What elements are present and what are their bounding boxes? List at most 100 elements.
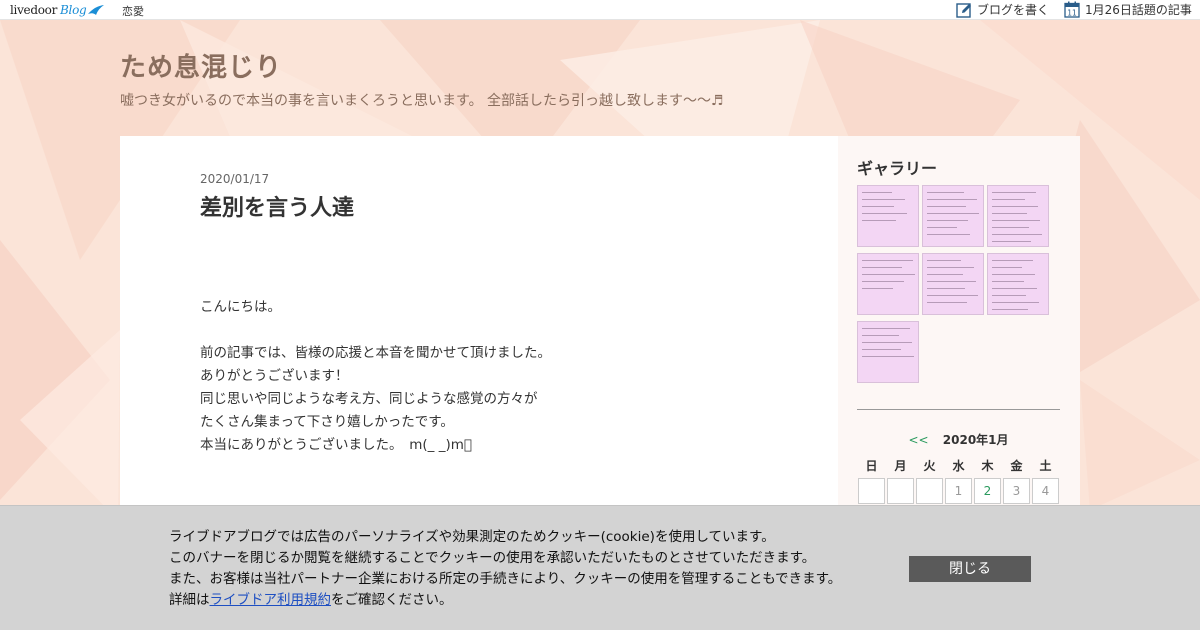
- calendar-prev-link[interactable]: <<: [908, 433, 928, 447]
- gallery-thumbnail[interactable]: [987, 253, 1049, 315]
- thumbnail-text-line: [992, 274, 1035, 275]
- calendar-day-number: 11: [1067, 9, 1077, 18]
- cookie-line: また、お客様は当社パートナー企業における所定の手続きにより、クッキーの使用を管理…: [169, 571, 842, 587]
- cookie-banner: ライブドアブログでは広告のパーソナライズや効果測定のためクッキー(cookie)…: [0, 505, 1200, 630]
- topic-articles-link[interactable]: 11 1月26日話題の記事: [1064, 1, 1192, 18]
- thumbnail-text-line: [862, 213, 907, 214]
- cookie-line: このバナーを閉じるか閲覧を継続することでクッキーの使用を承認いただいたものとさせ…: [169, 550, 816, 566]
- thumbnail-text-line: [992, 234, 1042, 235]
- thumbnail-text-line: [992, 206, 1038, 207]
- write-blog-label: ブログを書く: [977, 3, 1050, 17]
- calendar-header: << 2020年1月: [857, 431, 1060, 448]
- thumbnail-text-line: [992, 192, 1036, 193]
- thumbnail-text-line: [992, 281, 1024, 282]
- cookie-close-button[interactable]: 閉じる: [909, 556, 1031, 582]
- post-title[interactable]: 差別を言う人達: [200, 190, 354, 222]
- cookie-line-suffix: をご確認ください。: [331, 592, 453, 608]
- calendar-day: 4: [1032, 478, 1059, 504]
- gallery-title: ギャラリー: [857, 159, 938, 178]
- thumbnail-text-line: [862, 335, 899, 336]
- thumbnail-text-line: [862, 356, 914, 357]
- calendar-dow: 金: [1010, 459, 1023, 473]
- calendar-day: 1: [945, 478, 972, 504]
- thumbnail-text-line: [927, 288, 965, 289]
- thumbnail-text-line: [927, 267, 974, 268]
- gallery-thumbnail[interactable]: [857, 253, 919, 315]
- thumbnail-text-line: [862, 192, 892, 193]
- calendar-dow: 木: [981, 459, 994, 473]
- category-link[interactable]: 恋愛: [122, 3, 144, 19]
- cookie-line-prefix: 詳細は: [169, 592, 210, 608]
- thumbnail-text-line: [927, 295, 978, 296]
- cookie-text: ライブドアブログでは広告のパーソナライズや効果測定のためクッキー(cookie)…: [169, 527, 841, 611]
- gallery-thumbnail[interactable]: [857, 321, 919, 383]
- calendar-dow: 水: [952, 459, 965, 473]
- post-date: 2020/01/17: [200, 172, 270, 186]
- gallery-thumbnail[interactable]: [922, 185, 984, 247]
- thumbnail-text-line: [862, 328, 910, 329]
- post-paragraph: こんにちは。: [200, 299, 281, 315]
- cookie-line: ライブドアブログでは広告のパーソナライズや効果測定のためクッキー(cookie)…: [169, 529, 775, 545]
- logo-blog-word: Blog: [60, 3, 87, 17]
- thumbnail-text-line: [992, 220, 1040, 221]
- gallery-thumbnail[interactable]: [987, 185, 1049, 247]
- post-paragraph: たくさん集まって下さり嬉しかったです。: [200, 414, 454, 430]
- thumbnail-text-line: [927, 213, 979, 214]
- thumbnail-text-line: [927, 234, 970, 235]
- thumbnail-text-line: [862, 274, 915, 275]
- bird-icon: [88, 5, 105, 15]
- calendar-day-link[interactable]: 2: [974, 478, 1001, 504]
- calendar-dow: 火: [923, 459, 936, 473]
- thumbnail-text-line: [992, 288, 1037, 289]
- thumbnail-text-line: [862, 267, 902, 268]
- thumbnail-text-line: [927, 199, 977, 200]
- gallery-thumbnail[interactable]: [857, 185, 919, 247]
- livedoor-blog-logo[interactable]: livedoor Blog: [10, 2, 105, 18]
- post-paragraph: 本当にありがとうございました。 m(_ _)m⃞: [200, 437, 472, 453]
- calendar-icon: 11: [1064, 1, 1080, 18]
- sidebar-divider: [857, 409, 1060, 410]
- thumbnail-text-line: [862, 288, 893, 289]
- thumbnail-text-line: [862, 260, 913, 261]
- cookie-line: 詳細はライブドア利用規約をご確認ください。: [169, 590, 841, 611]
- thumbnail-text-line: [862, 199, 905, 200]
- thumbnail-text-line: [992, 302, 1039, 303]
- thumbnail-text-line: [927, 227, 957, 228]
- thumbnail-text-line: [992, 309, 1028, 310]
- thumbnail-text-line: [992, 227, 1029, 228]
- thumbnail-text-line: [992, 241, 1031, 242]
- thumbnail-text-line: [927, 274, 963, 275]
- write-blog-button[interactable]: ブログを書く: [956, 1, 1049, 18]
- terms-link[interactable]: ライブドア利用規約: [210, 592, 332, 608]
- post-paragraph: 同じ思いや同じような考え方、同じような感覚の方々が: [200, 391, 538, 407]
- calendar-day: [916, 478, 943, 504]
- calendar-day: 3: [1003, 478, 1030, 504]
- blog-title[interactable]: ため息混じり: [120, 47, 282, 84]
- calendar: 日 月 火 水 木 金 土 1 2 3 4: [857, 456, 1060, 506]
- post-paragraph: 前の記事では、皆様の応援と本音を聞かせて頂けました。: [200, 345, 551, 361]
- thumbnail-text-line: [992, 267, 1022, 268]
- pencil-square-icon: [956, 2, 971, 18]
- calendar-day: [858, 478, 885, 504]
- thumbnail-text-line: [927, 206, 966, 207]
- thumbnail-text-line: [992, 260, 1033, 261]
- calendar-day: [887, 478, 914, 504]
- thumbnail-text-line: [992, 199, 1025, 200]
- calendar-week-row: 1 2 3 4: [857, 476, 1060, 506]
- thumbnail-text-line: [992, 213, 1027, 214]
- thumbnail-text-line: [927, 281, 976, 282]
- calendar-dow: 月: [894, 459, 907, 473]
- thumbnail-text-line: [862, 349, 901, 350]
- post-body: こんにちは。 前の記事では、皆様の応援と本音を聞かせて頂けました。 ありがとうご…: [200, 296, 551, 457]
- thumbnail-text-line: [862, 281, 904, 282]
- calendar-dow: 日: [865, 459, 878, 473]
- blog-description: 嘘つき女がいるので本当の事を言いまくろうと思います。 全部話したら引っ越し致しま…: [120, 93, 724, 109]
- livedoor-topbar: livedoor Blog 恋愛 ブログを書く 11 1月26日話題の記事: [0, 0, 1200, 20]
- thumbnail-text-line: [927, 220, 968, 221]
- post-paragraph: ありがとうございます！: [200, 368, 349, 384]
- gallery-thumbnail[interactable]: [922, 253, 984, 315]
- calendar-dow: 土: [1039, 459, 1052, 473]
- thumbnail-text-line: [862, 220, 896, 221]
- gallery-grid: [857, 185, 1052, 383]
- thumbnail-text-line: [862, 342, 912, 343]
